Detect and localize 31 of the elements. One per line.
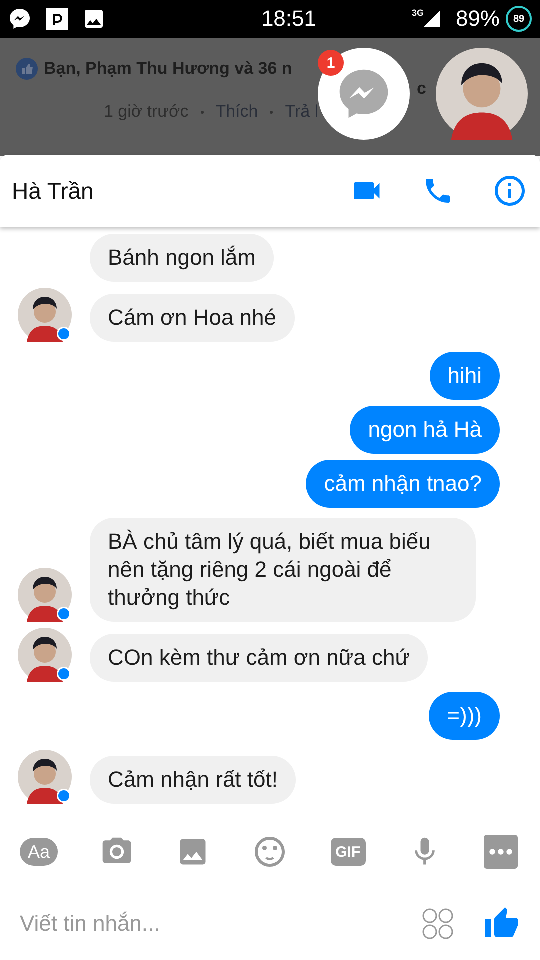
chat-head[interactable]: 1 xyxy=(318,48,410,140)
stickers-button[interactable] xyxy=(422,908,454,940)
message-bubble: =))) xyxy=(429,692,500,740)
clock-time: 18:51 xyxy=(260,6,316,32)
message-bubble: COn kèm thư cảm ơn nữa chứ xyxy=(90,634,428,682)
gif-button[interactable]: GIF xyxy=(330,838,366,866)
more-button[interactable] xyxy=(484,835,518,869)
like-icon xyxy=(16,58,38,80)
messenger-icon xyxy=(8,7,32,31)
network-type: 3G xyxy=(412,8,424,18)
app-icon xyxy=(46,8,68,30)
separator-dot xyxy=(270,110,274,114)
message-bubble: Cám ơn Hoa nhé xyxy=(90,294,295,342)
message-bubble: BÀ chủ tâm lý quá, biết mua biếu nên tặng riêng 2 cái ngoài để thưởng thức xyxy=(90,518,476,622)
text-style-button[interactable]: Aa xyxy=(20,838,58,866)
info-button[interactable] xyxy=(492,173,528,209)
message-input[interactable]: Viết tin nhắn... xyxy=(18,910,392,938)
likes-text: Bạn, Phạm Thu Hương và 36 n xyxy=(44,59,292,79)
battery-percent: 89% xyxy=(456,6,500,32)
image-icon xyxy=(82,7,106,31)
message-bubble: cảm nhận tnao? xyxy=(306,460,500,508)
contact-name: Hà Trần xyxy=(12,178,94,204)
message-bubble: Bánh ngon lắm xyxy=(90,234,274,282)
likes-text-end: c xyxy=(417,79,426,99)
message-bubble: hihi xyxy=(430,352,500,400)
battery-badge: 89 xyxy=(506,6,532,32)
notification-badge: 1 xyxy=(318,50,344,76)
signal-icon xyxy=(422,9,442,29)
message-bubble: Cảm nhận rất tốt! xyxy=(90,756,296,804)
message-bubble: ngon hả Hà xyxy=(350,406,500,454)
separator-dot xyxy=(200,110,204,114)
